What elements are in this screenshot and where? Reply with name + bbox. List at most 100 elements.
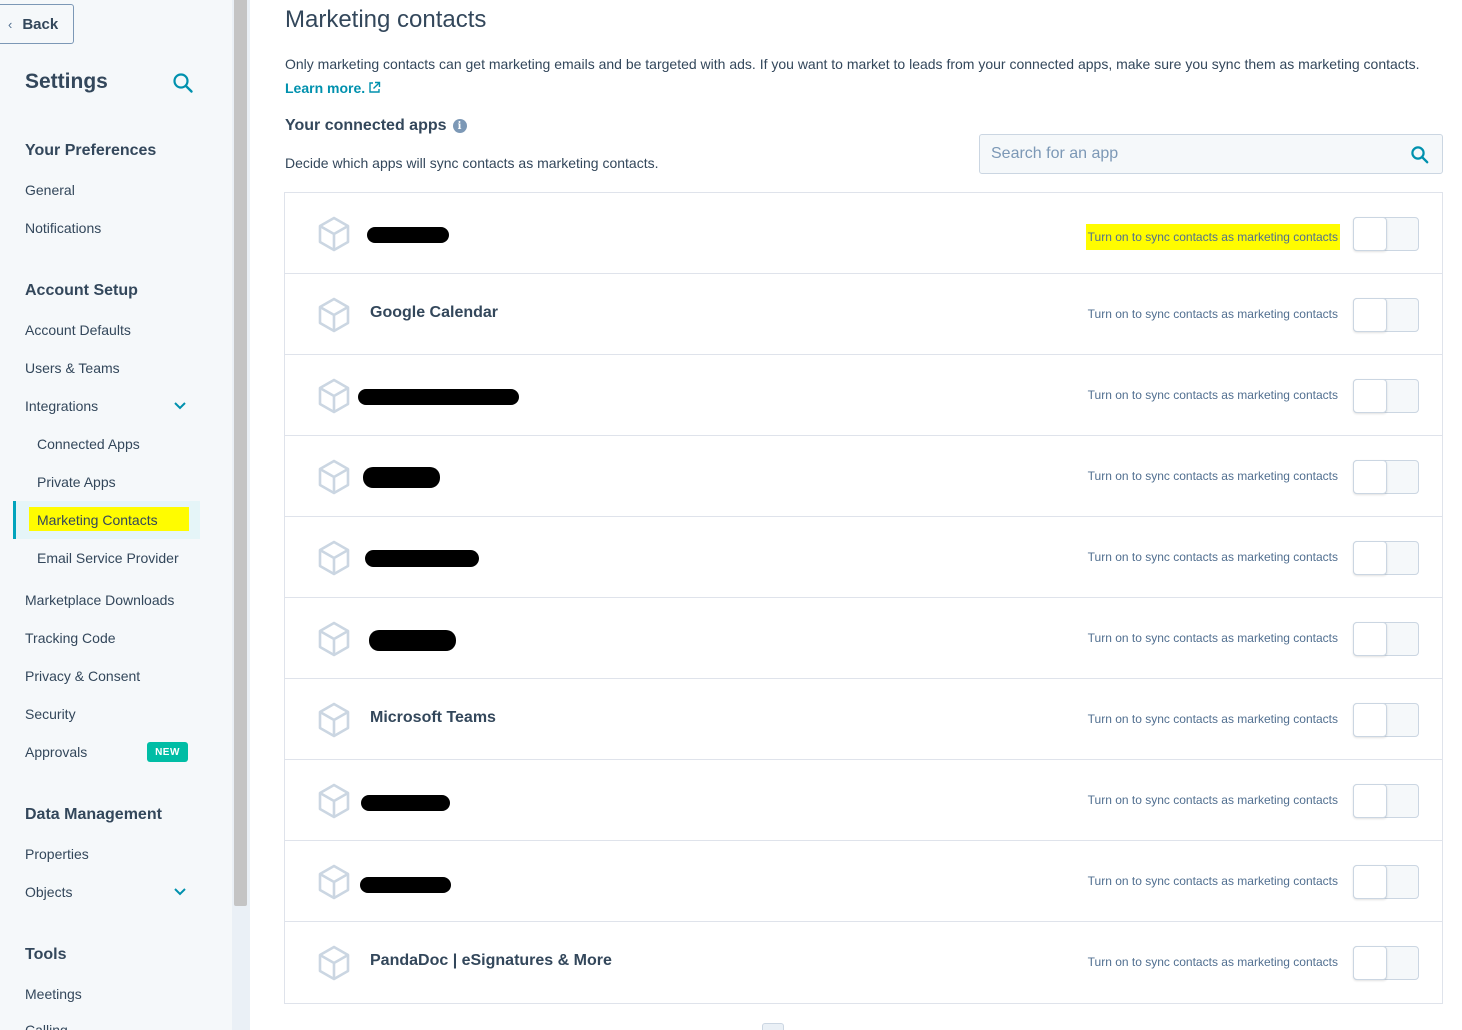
chevron-down-icon[interactable] [172,884,188,900]
toggle-knob [1353,865,1387,899]
connected-apps-list: Turn on to sync contacts as marketing co… [284,192,1443,1004]
redacted-app-name [363,467,440,488]
app-row: Turn on to sync contacts as marketing co… [285,436,1442,517]
redacted-app-name [365,550,479,567]
redacted-app-name [369,630,456,651]
toggle-knob [1353,298,1387,332]
sync-toggle[interactable] [1353,541,1419,575]
sync-label: Turn on to sync contacts as marketing co… [1087,469,1338,483]
app-row: Turn on to sync contacts as marketing co… [285,355,1442,436]
nav-heading-account-setup: Account Setup [25,282,138,299]
nav-item-tracking-code[interactable]: Tracking Code [25,630,116,646]
sync-toggle[interactable] [1353,460,1419,494]
sync-label: Turn on to sync contacts as marketing co… [1085,224,1340,250]
sync-label: Turn on to sync contacts as marketing co… [1087,793,1338,807]
app-cube-icon [318,945,350,981]
search-icon[interactable] [172,72,194,94]
app-row: Turn on to sync contacts as marketing co… [285,760,1442,841]
intro-body: Only marketing contacts can get marketin… [285,56,1420,72]
search-icon[interactable] [1410,145,1430,165]
info-icon[interactable]: i [452,119,467,133]
nav-item-meetings[interactable]: Meetings [25,986,82,1002]
redacted-app-name [361,795,450,811]
app-row: Turn on to sync contacts as marketing co… [285,193,1442,274]
page-title: Marketing contacts [285,6,487,33]
redacted-app-name [360,877,451,893]
chevron-down-icon[interactable] [172,398,188,414]
chevron-left-icon: ‹ [8,16,13,32]
nav-item-notifications[interactable]: Notifications [25,220,101,236]
app-cube-icon [318,297,350,333]
nav-item-email-service-provider[interactable]: Email Service Provider [37,550,179,566]
nav-item-marketplace-downloads[interactable]: Marketplace Downloads [25,592,174,608]
app-cube-icon [318,864,350,900]
toggle-knob [1353,460,1387,494]
nav-heading-data-management: Data Management [25,806,162,823]
nav-item-account-defaults[interactable]: Account Defaults [25,322,131,338]
learn-more-link[interactable]: Learn more. [285,80,381,96]
sync-toggle[interactable] [1353,946,1419,980]
sync-label: Turn on to sync contacts as marketing co… [1087,874,1338,888]
app-cube-icon [318,621,350,657]
toggle-knob [1353,784,1387,818]
settings-sidebar: ‹ Back Settings Your Preferences General… [0,0,232,1030]
nav-item-marketing-contacts[interactable]: Marketing Contacts [37,512,158,528]
nav-item-general[interactable]: General [25,182,75,198]
nav-item-connected-apps[interactable]: Connected Apps [37,436,140,452]
sync-label: Turn on to sync contacts as marketing co… [1087,631,1338,645]
toggle-knob [1353,217,1387,251]
section-description: Decide which apps will sync contacts as … [285,155,659,171]
sync-toggle[interactable] [1353,784,1419,818]
sync-toggle[interactable] [1353,379,1419,413]
toggle-knob [1353,379,1387,413]
app-name: Microsoft Teams [370,709,496,726]
back-label: Back [22,15,59,33]
app-cube-icon [318,702,350,738]
nav-item-integrations[interactable]: Integrations [25,398,98,414]
nav-item-approvals[interactable]: Approvals [25,744,87,760]
app-cube-icon [318,459,350,495]
intro-text: Only marketing contacts can get marketin… [285,52,1450,100]
app-row: Turn on to sync contacts as marketing co… [285,598,1442,679]
back-button[interactable]: ‹ Back [0,4,74,44]
nav-item-objects[interactable]: Objects [25,884,72,900]
nav-item-privacy-consent[interactable]: Privacy & Consent [25,668,140,684]
app-search-input[interactable] [980,135,1400,173]
sync-toggle[interactable] [1353,217,1419,251]
redacted-app-name [358,389,519,405]
sync-toggle[interactable] [1353,622,1419,656]
sidebar-scrollbar-thumb[interactable] [234,0,247,906]
app-cube-icon [318,540,350,576]
nav-item-properties[interactable]: Properties [25,846,89,862]
nav-item-calling[interactable]: Calling [25,1022,68,1030]
nav-heading-preferences: Your Preferences [25,142,157,159]
app-row: Turn on to sync contacts as marketing co… [285,841,1442,922]
app-cube-icon [318,216,350,252]
nav-item-security[interactable]: Security [25,706,76,722]
nav-item-private-apps[interactable]: Private Apps [37,474,116,490]
app-name: Google Calendar [370,304,499,321]
sync-toggle[interactable] [1353,298,1419,332]
sync-label: Turn on to sync contacts as marketing co… [1087,388,1338,402]
nav-heading-tools: Tools [25,946,67,963]
nav-item-users-teams[interactable]: Users & Teams [25,360,120,376]
new-badge: NEW [147,742,188,762]
app-row: Google Calendar Turn on to sync contacts … [285,274,1442,355]
app-cube-icon [318,378,350,414]
toggle-knob [1353,946,1387,980]
sync-toggle[interactable] [1353,865,1419,899]
sync-label: Turn on to sync contacts as marketing co… [1087,307,1338,321]
redacted-app-name [367,227,449,243]
app-row: PandaDoc | eSignatures & More Turn on to … [285,922,1442,1003]
app-search-box [979,134,1443,174]
sync-label: Turn on to sync contacts as marketing co… [1087,712,1338,726]
sync-label: Turn on to sync contacts as marketing co… [1087,550,1338,564]
pagination-current-page[interactable] [762,1023,784,1030]
app-row: Turn on to sync contacts as marketing co… [285,517,1442,598]
app-cube-icon [318,783,350,819]
toggle-knob [1353,703,1387,737]
external-link-icon [369,81,381,93]
app-name: PandaDoc | eSignatures & More [370,952,612,969]
sync-label: Turn on to sync contacts as marketing co… [1087,955,1338,969]
sync-toggle[interactable] [1353,703,1419,737]
